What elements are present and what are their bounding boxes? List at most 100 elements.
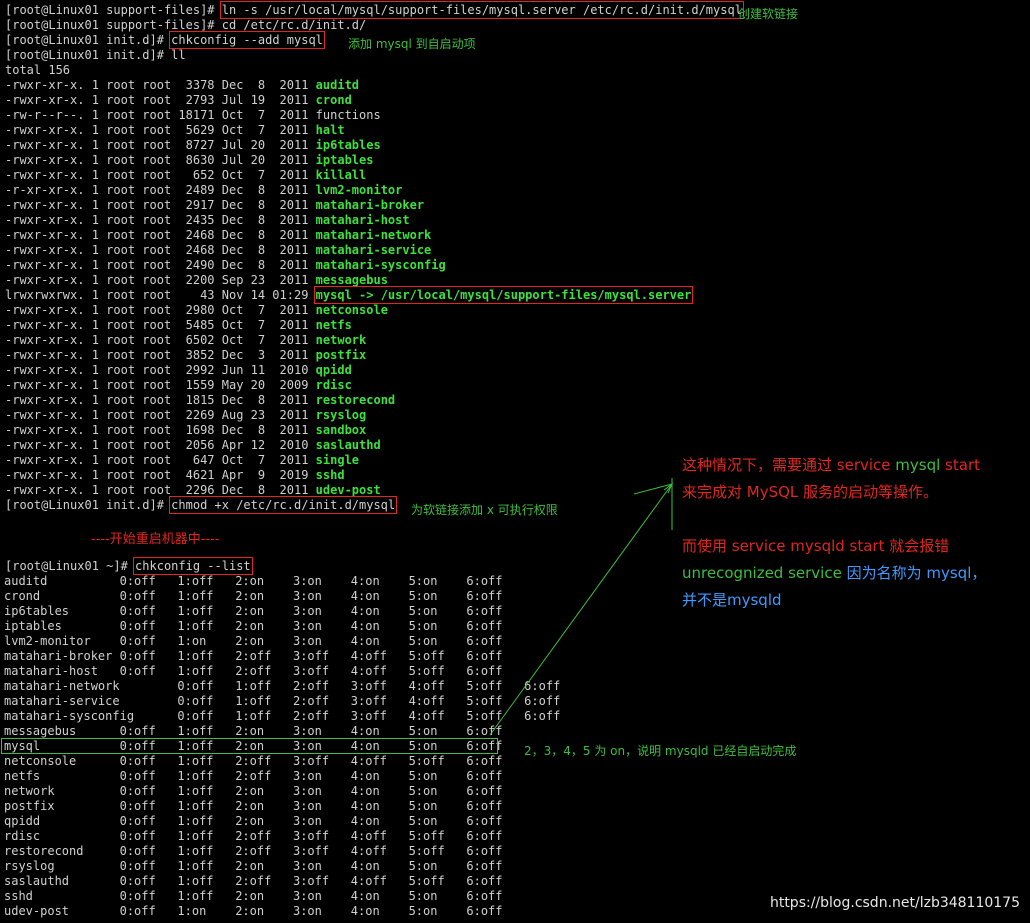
mysql-row-highlight [1, 738, 498, 754]
file-meta: -rwxr-xr-x. 1 root root 1698 Dec 8 2011 [5, 423, 316, 437]
file-meta: -rwxr-xr-x. 1 root root 5485 Oct 7 2011 [5, 318, 316, 332]
file-row: -rwxr-xr-x. 1 root root 3378 Dec 8 2011 … [5, 78, 359, 93]
file-row: -rwxr-xr-x. 1 root root 2490 Dec 8 2011 … [5, 258, 446, 273]
file-row: -rwxr-xr-x. 1 root root 2056 Apr 12 2010… [5, 438, 381, 453]
file-row: -rwxr-xr-x. 1 root root 4621 Apr 9 2019 … [5, 468, 345, 483]
file-meta: -rwxr-xr-x. 1 root root 647 Oct 7 2011 [5, 453, 316, 467]
file-name: iptables [315, 153, 374, 167]
add-startup-note: 添加 mysql 到自启动项 [348, 37, 476, 51]
file-name: postfix [315, 348, 367, 362]
file-name: single [315, 453, 360, 467]
file-name: network [315, 333, 367, 347]
file-row: -rwxr-xr-x. 1 root root 2468 Dec 8 2011 … [5, 228, 431, 243]
explanation-note: 这种情况下，需要通过 service mysql start 来完成对 MySQ… [682, 452, 986, 614]
file-row: -rwxr-xr-x. 1 root root 2793 Jul 19 2011… [5, 93, 352, 108]
note-line: 这种情况下，需要通过 service mysql start [682, 456, 980, 474]
terminal-line: [root@Linux01 init.d]# chkconfig --add m… [5, 31, 325, 49]
file-meta: -rwxr-xr-x. 1 root root 1815 Dec 8 2011 [5, 393, 316, 407]
file-row: -rwxr-xr-x. 1 root root 1815 Dec 8 2011 … [5, 393, 395, 408]
file-name: killall [315, 168, 367, 182]
file-name: matahari-broker [315, 198, 425, 212]
note-line: unrecognized service 因为名称为 mysql， [682, 564, 987, 582]
service-row: matahari-network 0:off 1:off 2:off 3:off… [4, 679, 561, 693]
file-meta: -rwxr-xr-x. 1 root root 2793 Jul 19 2011 [5, 93, 316, 107]
file-name: netfs [315, 318, 352, 332]
file-name: halt [315, 123, 345, 137]
service-row: rdisc 0:off 1:off 2:off 3:off 4:off 5:of… [4, 829, 503, 843]
file-meta: -rwxr-xr-x. 1 root root 2468 Dec 8 2011 [5, 243, 316, 257]
service-row: network 0:off 1:off 2:on 3:on 4:on 5:on … [4, 784, 503, 798]
ln-command: ln -s /usr/local/mysql/support-files/mys… [219, 1, 744, 19]
file-row: -rwxr-xr-x. 1 root root 8630 Jul 20 2011… [5, 153, 373, 168]
service-row: ip6tables 0:off 1:off 2:on 3:on 4:on 5:o… [4, 604, 503, 618]
service-row: qpidd 0:off 1:off 2:on 3:on 4:on 5:on 6:… [4, 814, 503, 828]
file-row: -rwxr-xr-x. 1 root root 2980 Oct 7 2011 … [5, 303, 388, 318]
file-name: matahari-network [315, 228, 432, 242]
ls-total: total 156 [5, 63, 71, 77]
service-row: rsyslog 0:off 1:off 2:on 3:on 4:on 5:on … [4, 859, 503, 873]
file-meta: -rwxr-xr-x. 1 root root 1559 May 20 2009 [5, 378, 316, 392]
file-meta: -rwxr-xr-x. 1 root root 2980 Oct 7 2011 [5, 303, 316, 317]
service-row: messagebus 0:off 1:off 2:on 3:on 4:on 5:… [4, 724, 503, 738]
note-line: 并不是mysqld [682, 591, 782, 609]
chmod-note: 为软链接添加 x 可执行权限 [411, 503, 558, 517]
service-row: matahari-sysconfig 0:off 1:off 2:off 3:o… [4, 709, 561, 723]
note-line: 来完成对 MySQL 服务的启动等操作。 [682, 483, 939, 501]
file-name: qpidd [315, 363, 352, 377]
file-meta: -rw-r--r--. 1 root root 18171 Oct 7 2011 [5, 108, 316, 122]
file-row: -rwxr-xr-x. 1 root root 5485 Oct 7 2011 … [5, 318, 352, 333]
service-row: matahari-service 0:off 1:off 2:off 3:off… [4, 694, 561, 708]
chkconfig-list-command: chkconfig --list [133, 557, 253, 575]
chkconfig-add-command: chkconfig --add mysql [169, 31, 325, 49]
chmod-command: chmod +x /etc/rc.d/init.d/mysql [169, 496, 398, 514]
watermark: https://blog.csdn.net/lzb348110175 [769, 895, 1020, 911]
service-row: sshd 0:off 1:off 2:on 3:on 4:on 5:on 6:o… [4, 889, 503, 903]
file-row: -rwxr-xr-x. 1 root root 2917 Dec 8 2011 … [5, 198, 424, 213]
file-meta: -rwxr-xr-x. 1 root root 6502 Oct 7 2011 [5, 333, 316, 347]
file-row: -rwxr-xr-x. 1 root root 2992 Jun 11 2010… [5, 363, 352, 378]
service-row: saslauthd 0:off 1:off 2:off 3:off 4:off … [4, 874, 503, 888]
service-row: matahari-host 0:off 1:off 2:off 3:off 4:… [4, 664, 503, 678]
service-row: matahari-broker 0:off 1:off 2:off 3:off … [4, 649, 503, 663]
file-row: -rwxr-xr-x. 1 root root 2435 Dec 8 2011 … [5, 213, 410, 228]
file-name: rdisc [315, 378, 352, 392]
file-meta: -rwxr-xr-x. 1 root root 3852 Dec 3 2011 [5, 348, 316, 362]
terminal-line: [root@Linux01 init.d]# ll [5, 48, 186, 62]
file-meta: -rwxr-xr-x. 1 root root 2269 Aug 23 2011 [5, 408, 316, 422]
shell-prompt: [root@Linux01 init.d]# [5, 33, 172, 47]
file-name: restorecond [315, 393, 396, 407]
create-link-note: 创建软链接 [738, 7, 799, 21]
file-meta: -r-xr-xr-x. 1 root root 2489 Dec 8 2011 [5, 183, 316, 197]
file-name: lvm2-monitor [315, 183, 403, 197]
file-meta: -rwxr-xr-x. 1 root root 2200 Sep 23 2011 [5, 273, 316, 287]
service-row: iptables 0:off 1:off 2:on 3:on 4:on 5:on… [4, 619, 503, 633]
file-name: sandbox [315, 423, 367, 437]
file-meta: -rwxr-xr-x. 1 root root 2992 Jun 11 2010 [5, 363, 316, 377]
shell-prompt: [root@Linux01 ~]# [5, 559, 136, 573]
file-row: -rwxr-xr-x. 1 root root 2269 Aug 23 2011… [5, 408, 366, 423]
service-row: netfs 0:off 1:off 2:off 3:on 4:on 5:on 6… [4, 769, 503, 783]
file-meta: lrwxrwxrwx. 1 root root 43 Nov 14 01:29 [5, 288, 316, 302]
file-row: -rw-r--r--. 1 root root 18171 Oct 7 2011… [5, 108, 381, 123]
mysql-row-note: 2，3，4，5 为 on，说明 mysqld 已经自启动完成 [524, 744, 797, 758]
service-row: postfix 0:off 1:off 2:on 3:on 4:on 5:on … [4, 799, 503, 813]
file-meta: -rwxr-xr-x. 1 root root 2435 Dec 8 2011 [5, 213, 316, 227]
file-row: -rwxr-xr-x. 1 root root 1559 May 20 2009… [5, 378, 352, 393]
file-meta: -rwxr-xr-x. 1 root root 2917 Dec 8 2011 [5, 198, 316, 212]
file-name: matahari-service [315, 243, 432, 257]
file-row: -rwxr-xr-x. 1 root root 3852 Dec 3 2011 … [5, 348, 366, 363]
file-name: sshd [315, 468, 345, 482]
file-meta: -rwxr-xr-x. 1 root root 2296 Dec 8 2011 [5, 483, 316, 497]
service-row: netconsole 0:off 1:off 2:off 3:off 4:off… [4, 754, 503, 768]
note-line: 而使用 service mysqld start 就会报错 [682, 537, 950, 555]
file-row: -rwxr-xr-x. 1 root root 647 Oct 7 2011 s… [5, 453, 359, 468]
file-name: matahari-host [315, 213, 410, 227]
file-meta: -rwxr-xr-x. 1 root root 8630 Jul 20 2011 [5, 153, 316, 167]
file-name: netconsole [315, 303, 388, 317]
service-row: auditd 0:off 1:off 2:on 3:on 4:on 5:on 6… [4, 574, 503, 588]
service-row: lvm2-monitor 0:off 1:on 2:on 3:on 4:on 5… [4, 634, 503, 648]
file-row: -rwxr-xr-x. 1 root root 8727 Jul 20 2011… [5, 138, 381, 153]
file-name: messagebus [315, 273, 388, 287]
file-meta: -rwxr-xr-x. 1 root root 8727 Jul 20 2011 [5, 138, 316, 152]
terminal-line: [root@Linux01 support-files]# cd /etc/rc… [5, 18, 367, 32]
